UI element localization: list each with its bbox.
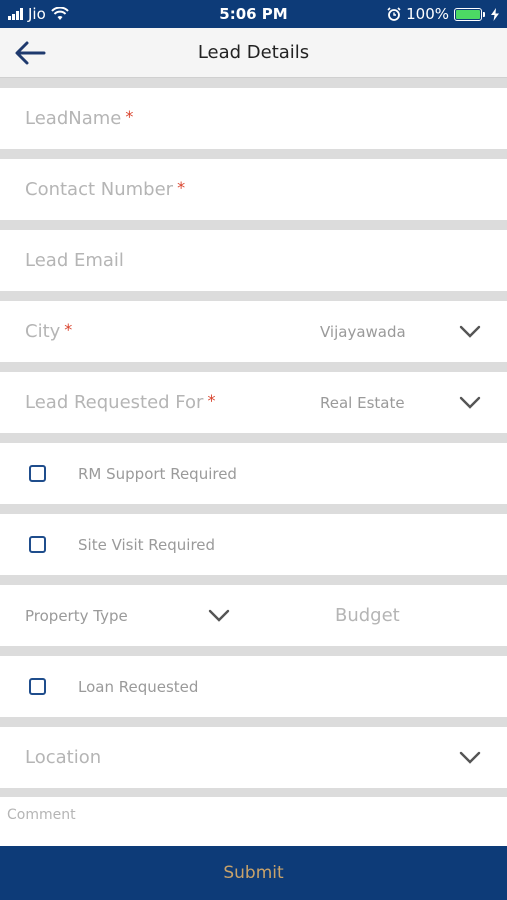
required-mark: * [177,178,186,197]
site-visit-label: Site Visit Required [78,535,216,554]
city-dropdown[interactable]: City * Vijayawada [0,301,507,362]
property-budget-row: Property Type Budget [0,585,507,646]
page-title: Lead Details [197,42,310,63]
location-label: Location [25,747,102,768]
carrier-label: Jio [28,5,46,23]
site-visit-row: Site Visit Required [0,514,507,575]
required-mark: * [125,107,134,126]
lead-requested-for-value: Real Estate [320,393,405,412]
lead-requested-for-dropdown[interactable]: Lead Requested For * Real Estate [0,372,507,433]
loan-requested-label: Loan Requested [78,677,199,696]
battery-percent: 100% [406,5,449,23]
rm-support-label: RM Support Required [78,464,237,483]
submit-label: Submit [223,863,284,883]
wifi-icon [51,7,69,20]
signal-icon [8,8,23,20]
city-label: City * [25,320,73,342]
loan-requested-checkbox[interactable] [29,678,46,695]
chevron-down-icon[interactable] [208,609,230,623]
site-visit-checkbox[interactable] [29,536,46,553]
lead-name-label: LeadName * [25,107,134,129]
city-value: Vijayawada [320,322,406,341]
loan-requested-row: Loan Requested [0,656,507,717]
rm-support-row: RM Support Required [0,443,507,504]
charging-icon [491,7,499,21]
alarm-icon [387,7,401,21]
property-type-dropdown[interactable]: Property Type [25,607,128,625]
contact-number-field[interactable]: Contact Number * [0,159,507,220]
chevron-down-icon[interactable] [459,751,481,765]
chevron-down-icon[interactable] [459,325,481,339]
chevron-down-icon[interactable] [459,396,481,410]
lead-email-label: Lead Email [25,250,124,271]
required-mark: * [207,391,216,410]
budget-input[interactable]: Budget [335,605,400,626]
comment-label: Comment [7,807,76,823]
comment-field[interactable]: Comment [0,797,507,846]
rm-support-checkbox[interactable] [29,465,46,482]
required-mark: * [64,320,73,339]
battery-icon [454,7,485,21]
submit-button[interactable]: Submit [0,846,507,900]
header: Lead Details [0,28,507,78]
back-arrow-icon[interactable] [14,40,46,66]
lead-requested-for-label: Lead Requested For * [25,391,216,413]
lead-email-field[interactable]: Lead Email [0,230,507,291]
status-bar: Jio 5:06 PM 100% [0,0,507,28]
contact-number-label: Contact Number * [25,178,186,200]
location-dropdown[interactable]: Location [0,727,507,788]
lead-name-field[interactable]: LeadName * [0,88,507,149]
